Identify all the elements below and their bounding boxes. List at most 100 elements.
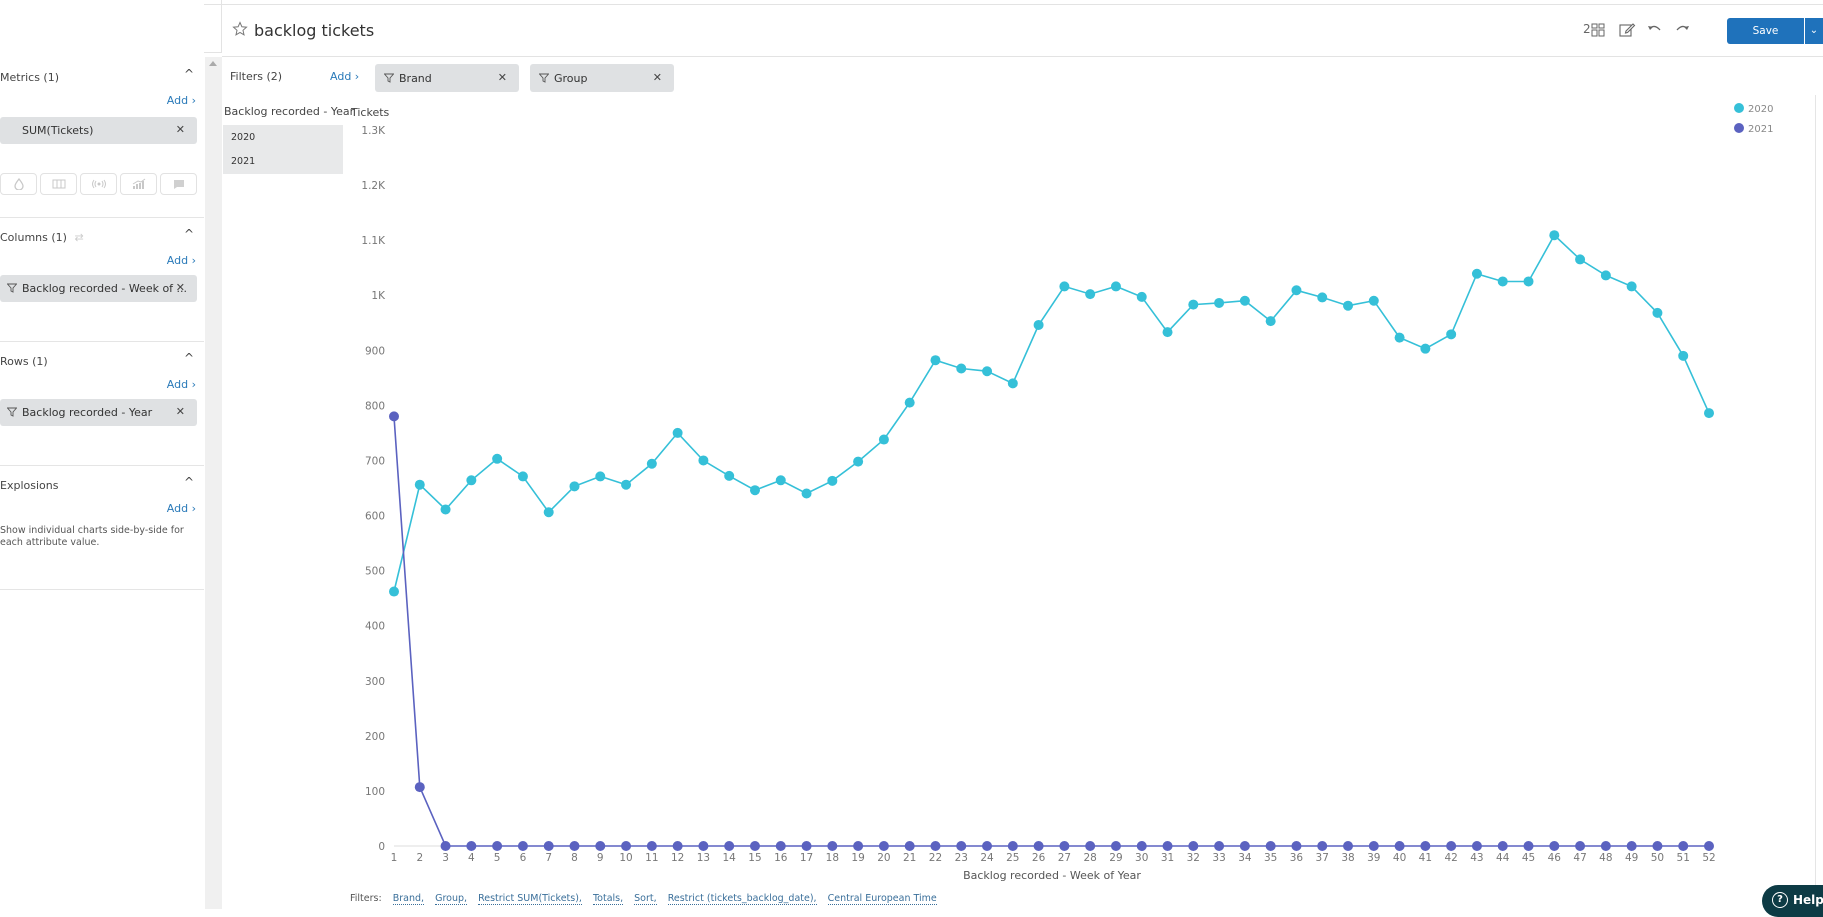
data-point[interactable]: [595, 841, 606, 851]
data-point[interactable]: [749, 841, 760, 851]
data-point[interactable]: [1420, 343, 1431, 354]
data-point[interactable]: [595, 471, 606, 482]
rows-add-button[interactable]: Add ›: [167, 378, 196, 391]
data-point[interactable]: [1368, 295, 1379, 306]
data-point[interactable]: [801, 488, 812, 499]
data-point[interactable]: [1497, 276, 1508, 287]
save-button[interactable]: Save: [1727, 18, 1804, 44]
metrics-add-button[interactable]: Add ›: [167, 94, 196, 107]
data-point[interactable]: [646, 458, 657, 469]
data-point[interactable]: [517, 471, 528, 482]
data-point[interactable]: [1575, 254, 1586, 265]
collapse-chevron-icon[interactable]: ^: [184, 475, 194, 489]
data-point[interactable]: [775, 841, 786, 851]
data-point[interactable]: [1007, 841, 1018, 851]
data-point[interactable]: [1317, 292, 1328, 303]
swap-icon[interactable]: ⇄: [74, 231, 83, 244]
data-point[interactable]: [1394, 841, 1405, 851]
data-point[interactable]: [724, 841, 735, 851]
data-point[interactable]: [1059, 841, 1070, 851]
data-point[interactable]: [1291, 285, 1302, 296]
color-icon[interactable]: [0, 173, 37, 195]
data-point[interactable]: [543, 507, 554, 518]
chart-title[interactable]: backlog tickets: [254, 21, 374, 40]
help-button[interactable]: ? Help: [1762, 885, 1823, 917]
data-point[interactable]: [1497, 841, 1508, 851]
remove-filter-icon[interactable]: ✕: [653, 71, 662, 84]
filter-pill-brand[interactable]: Brand ✕: [375, 64, 519, 92]
data-point[interactable]: [646, 841, 657, 851]
data-point[interactable]: [1265, 841, 1276, 851]
data-point[interactable]: [414, 479, 425, 490]
data-point[interactable]: [1446, 841, 1457, 851]
data-point[interactable]: [904, 841, 915, 851]
footer-filter-link[interactable]: Restrict SUM(Tickets),: [478, 893, 582, 905]
column-pill[interactable]: Backlog recorded - Week of ... ✕: [0, 275, 197, 302]
data-point[interactable]: [492, 453, 503, 464]
data-point[interactable]: [1600, 841, 1611, 851]
data-point[interactable]: [1368, 841, 1379, 851]
data-point[interactable]: [1549, 841, 1560, 851]
data-point[interactable]: [982, 366, 993, 377]
data-point[interactable]: [1652, 841, 1663, 851]
data-point[interactable]: [1188, 299, 1199, 310]
data-point[interactable]: [1162, 841, 1173, 851]
legend-marker[interactable]: [1734, 123, 1744, 133]
size-icon[interactable]: [80, 173, 117, 195]
data-point[interactable]: [853, 841, 864, 851]
data-point[interactable]: [1239, 841, 1250, 851]
footer-filter-link[interactable]: Brand,: [392, 893, 425, 905]
data-point[interactable]: [1162, 327, 1173, 338]
data-point[interactable]: [1704, 841, 1714, 851]
data-point[interactable]: [982, 841, 993, 851]
undo-icon[interactable]: [1646, 21, 1664, 39]
data-point[interactable]: [1110, 841, 1121, 851]
data-point[interactable]: [1549, 230, 1560, 241]
data-point[interactable]: [1059, 281, 1070, 292]
data-point[interactable]: [1626, 841, 1637, 851]
data-point[interactable]: [878, 434, 889, 445]
data-point[interactable]: [1291, 841, 1302, 851]
data-point[interactable]: [930, 841, 941, 851]
data-point[interactable]: [440, 841, 451, 851]
filter-pill-group[interactable]: Group ✕: [530, 64, 674, 92]
data-point[interactable]: [853, 456, 864, 467]
data-point[interactable]: [1626, 281, 1637, 292]
data-point[interactable]: [1136, 291, 1147, 302]
metric-pill[interactable]: SUM(Tickets) ✕: [0, 117, 197, 144]
data-point[interactable]: [801, 841, 812, 851]
remove-metric-icon[interactable]: ✕: [176, 123, 185, 136]
data-point[interactable]: [517, 841, 528, 851]
data-point[interactable]: [672, 841, 683, 851]
layout-button[interactable]: 2: [1583, 21, 1607, 39]
data-point[interactable]: [878, 841, 889, 851]
remove-filter-icon[interactable]: ✕: [498, 71, 507, 84]
remove-column-icon[interactable]: ✕: [176, 281, 185, 294]
data-point[interactable]: [1110, 281, 1121, 292]
data-point[interactable]: [1523, 276, 1534, 287]
tooltip-icon[interactable]: [160, 173, 197, 195]
data-point[interactable]: [440, 504, 451, 515]
data-point[interactable]: [1523, 841, 1534, 851]
data-point[interactable]: [1471, 841, 1482, 851]
data-point[interactable]: [1394, 332, 1405, 343]
data-point[interactable]: [1085, 289, 1096, 300]
row-header-value[interactable]: 2021: [231, 156, 255, 167]
data-point[interactable]: [904, 397, 915, 408]
data-point[interactable]: [543, 841, 554, 851]
data-point[interactable]: [1446, 329, 1457, 340]
data-point[interactable]: [1471, 268, 1482, 279]
data-point[interactable]: [569, 841, 580, 851]
data-point[interactable]: [1007, 378, 1018, 389]
data-point[interactable]: [492, 841, 503, 851]
columns-icon[interactable]: [40, 173, 77, 195]
data-point[interactable]: [389, 586, 399, 597]
data-point[interactable]: [1214, 841, 1225, 851]
data-point[interactable]: [414, 782, 425, 793]
edit-icon[interactable]: [1618, 21, 1636, 39]
footer-filter-link[interactable]: Totals,: [592, 893, 624, 905]
data-point[interactable]: [1678, 350, 1689, 361]
data-point[interactable]: [1600, 270, 1611, 281]
collapse-chevron-icon[interactable]: ^: [184, 227, 194, 241]
data-point[interactable]: [749, 485, 760, 496]
